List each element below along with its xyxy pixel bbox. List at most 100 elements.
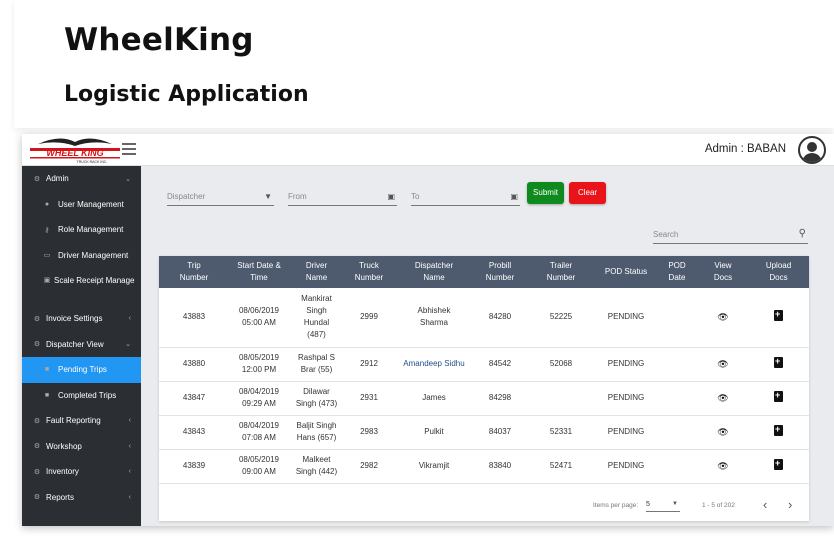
column-header: Truck Number — [344, 256, 394, 288]
dispatcher-name-cell[interactable]: Amandeep Sidhu — [394, 347, 474, 382]
trip-number-cell-text: 43847 — [182, 393, 206, 402]
table-row[interactable]: 43883 08/06/2019 05:00 AM Mankirat Singh Hund… — [159, 288, 809, 348]
menu-toggle-icon[interactable] — [122, 143, 136, 155]
to-date-field[interactable]: To ▣ — [411, 188, 520, 206]
trailer-number-cell: 52331 — [526, 415, 596, 450]
search-icon[interactable]: ⚲ — [799, 228, 806, 239]
truck-number-cell-text: 2999 — [360, 312, 378, 322]
pod-status-cell: PENDING — [596, 288, 656, 348]
column-header: View Docs — [698, 256, 748, 288]
gears-icon: ⚙ — [33, 417, 41, 425]
start-datetime-cell: 08/05/2019 09:00 AM — [229, 449, 289, 484]
pod-status-cell: PENDING — [596, 415, 656, 450]
column-header-text: Docs — [713, 273, 733, 282]
sidebar-item-invoice-settings[interactable]: ⚙ Invoice Settings ‹ — [22, 306, 141, 332]
start-datetime-cell: 08/05/2019 12:00 PM — [229, 347, 289, 382]
truck-number-cell: 2912 — [344, 347, 394, 382]
sidebar-item-label: Fault Reporting — [46, 416, 101, 426]
submit-button[interactable]: Submit — [527, 182, 564, 204]
sidebar-item-role-management[interactable]: ⚷ Role Management — [22, 217, 141, 243]
gears-icon: ⚙ — [33, 341, 41, 349]
trip-number-cell: 43839 — [159, 449, 229, 484]
sidebar-item-inventory[interactable]: ⚙ Inventory ‹ — [22, 459, 141, 485]
table-row[interactable]: 43839 08/05/2019 09:00 AM Malkeet Singh (442… — [159, 449, 809, 484]
gears-icon: ⚙ — [33, 175, 41, 183]
app-window: WHEEL KING TRUCK RACK INC. Admin : BABAN… — [22, 134, 834, 526]
sidebar-item-scale-receipt-manage[interactable]: ▣ Scale Receipt Manage — [22, 268, 141, 306]
pod-status-cell-text: PENDING — [607, 461, 645, 470]
sidebar-item-workshop[interactable]: ⚙ Workshop ‹ — [22, 434, 141, 460]
dispatcher-name-cell: Pulkit — [394, 415, 474, 450]
wheelking-logo[interactable]: WHEEL KING TRUCK RACK INC. — [30, 136, 120, 164]
pod-date-cell — [656, 415, 698, 450]
sidebar-item-completed-trips[interactable]: ■ Completed Trips — [22, 383, 141, 409]
sidebar-item-driver-management[interactable]: ▭ Driver Management — [22, 243, 141, 269]
dropdown-arrow-icon: ▼ — [264, 192, 272, 201]
items-per-page-select[interactable]: 5 ▼ — [646, 498, 680, 512]
truck-number-cell: 2982 — [344, 449, 394, 484]
column-header-text: Start Date & — [237, 261, 281, 270]
admin-user-label: Admin : BABAN — [704, 143, 786, 155]
trip-number-cell: 43883 — [159, 288, 229, 348]
table-row[interactable]: 43880 08/05/2019 12:00 PM Rashpal S Brar (55… — [159, 347, 809, 382]
start-datetime-cell-text: 09:00 AM — [242, 467, 276, 476]
probill-number-cell: 84298 — [474, 381, 526, 416]
sidebar-item-label: Role Management — [58, 225, 124, 235]
pod-status-cell: PENDING — [596, 449, 656, 484]
sidebar-item-user-management[interactable]: ● User Management — [22, 192, 141, 218]
sidebar-item-fault-reporting[interactable]: ⚙ Fault Reporting ‹ — [22, 408, 141, 434]
search-input[interactable]: Search ⚲ — [653, 228, 808, 244]
chevron-left-icon: ‹ — [128, 468, 131, 476]
dispatcher-select[interactable]: Dispatcher ▼ — [167, 188, 274, 206]
start-datetime-cell-text: 09:29 AM — [242, 399, 276, 408]
column-header-text: Dispatcher — [414, 261, 454, 270]
table-row[interactable]: 43847 08/04/2019 09:29 AM Dilawar Singh (473… — [159, 381, 809, 416]
upload-file-icon[interactable] — [774, 356, 783, 368]
column-header-text: Number — [546, 273, 576, 282]
upload-file-icon[interactable] — [774, 424, 783, 436]
probill-number-cell-text: 84542 — [488, 359, 512, 368]
pending-trips-table: Trip Number Start Date & Time Driver Name Truc… — [159, 256, 809, 521]
driver-name-cell: Rashpal S Brar (55) — [289, 347, 344, 382]
upload-file-icon[interactable] — [774, 309, 783, 321]
upload-file-icon[interactable] — [774, 390, 783, 402]
previous-page-button[interactable]: ‹ — [763, 497, 767, 512]
calendar-icon[interactable]: ▣ — [510, 192, 518, 201]
start-datetime-cell-text: 12:00 PM — [241, 365, 277, 374]
dispatcher-placeholder: Dispatcher — [167, 192, 206, 201]
upload-docs-cell — [748, 288, 809, 348]
sidebar-item-reports[interactable]: ⚙ Reports ‹ — [22, 485, 141, 511]
from-date-field[interactable]: From ▣ — [288, 188, 397, 206]
dispatcher-name-cell: Vikramjit — [394, 449, 474, 484]
trip-number-cell-text: 43843 — [182, 427, 206, 436]
dispatcher-name-cell-text: Pulkit — [424, 427, 444, 436]
sidebar-item-label: Reports — [46, 492, 75, 502]
sidebar-item-pending-trips[interactable]: ■ Pending Trips — [22, 357, 141, 383]
items-per-page-label: Items per page: — [593, 502, 639, 509]
pod-status-cell: PENDING — [596, 347, 656, 382]
eye-icon[interactable]: 👁 — [717, 427, 728, 437]
receipt-icon: ▣ — [43, 277, 51, 284]
eye-icon[interactable]: 👁 — [717, 393, 728, 403]
column-header: POD Date — [656, 256, 698, 288]
truck-number-cell: 2931 — [344, 381, 394, 416]
sidebar-item-admin[interactable]: ⚙ Admin ⌄ — [22, 166, 141, 192]
next-page-button[interactable]: › — [788, 497, 792, 512]
calendar-icon[interactable]: ▣ — [387, 192, 395, 201]
eye-icon[interactable]: 👁 — [717, 461, 728, 471]
sidebar-item-dispatcher-view[interactable]: ⚙ Dispatcher View ⌄ — [22, 332, 141, 358]
eye-icon[interactable]: 👁 — [717, 359, 728, 369]
clear-button[interactable]: Clear — [569, 182, 606, 204]
user-avatar-icon[interactable] — [798, 136, 826, 164]
pod-status-cell-text: PENDING — [607, 359, 645, 368]
chevron-left-icon: ‹ — [128, 493, 131, 501]
column-header-text: Probill — [488, 261, 512, 270]
table-row[interactable]: 43843 08/04/2019 07:08 AM Baljit Singh Hans … — [159, 415, 809, 450]
trailer-number-cell: 52225 — [526, 288, 596, 348]
eye-icon[interactable]: 👁 — [717, 312, 728, 322]
upload-file-icon[interactable] — [774, 458, 783, 470]
top-bar: WHEEL KING TRUCK RACK INC. Admin : BABAN — [22, 134, 834, 166]
column-header-text: Number — [485, 273, 515, 282]
driver-name-cell: Dilawar Singh (473) — [289, 381, 344, 416]
sidebar-item-label: User Management — [58, 199, 124, 209]
